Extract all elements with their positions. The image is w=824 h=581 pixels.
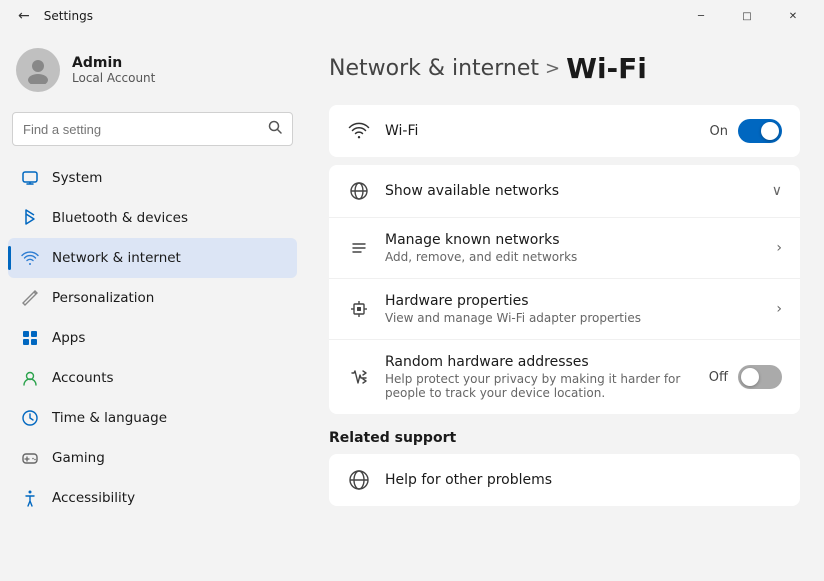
titlebar-controls: ─ □ ✕	[678, 0, 816, 32]
restore-button[interactable]: □	[724, 0, 770, 32]
related-support-card: Help for other problems	[329, 454, 800, 506]
random-hw-subtitle: Help protect your privacy by making it h…	[385, 372, 695, 400]
random-hw-title: Random hardware addresses	[385, 354, 695, 370]
sidebar-item-time[interactable]: Time & language	[8, 398, 297, 438]
random-hw-text: Random hardware addresses Help protect y…	[385, 354, 695, 400]
random-hw-action: Off	[709, 365, 782, 389]
sidebar-item-network[interactable]: Network & internet	[8, 238, 297, 278]
wifi-toggle-switch[interactable]	[738, 119, 782, 143]
help-row[interactable]: Help for other problems	[329, 454, 800, 506]
globe-icon	[347, 468, 371, 492]
hardware-props-title: Hardware properties	[385, 293, 762, 309]
user-info: Admin Local Account	[72, 55, 155, 85]
close-button[interactable]: ✕	[770, 0, 816, 32]
breadcrumb-separator: >	[545, 58, 560, 79]
wifi-status: On	[710, 124, 728, 139]
personalization-icon	[20, 288, 40, 308]
manage-networks-icon	[347, 236, 371, 260]
titlebar-left: ← Settings	[12, 4, 93, 28]
random-hw-icon	[347, 365, 371, 389]
accounts-icon	[20, 368, 40, 388]
sidebar-item-gaming-label: Gaming	[52, 450, 105, 466]
wifi-toggle-knob	[761, 122, 779, 140]
search-icon	[268, 120, 282, 138]
sidebar-item-accessibility[interactable]: Accessibility	[8, 478, 297, 518]
sidebar-item-system[interactable]: System	[8, 158, 297, 198]
hardware-props-row[interactable]: Hardware properties View and manage Wi-F…	[329, 279, 800, 340]
chevron-right-icon: ›	[776, 240, 782, 256]
wifi-title: Wi-Fi	[385, 123, 696, 139]
sidebar-item-bluetooth[interactable]: Bluetooth & devices	[8, 198, 297, 238]
sidebar: Admin Local Account	[0, 32, 305, 581]
manage-known-subtitle: Add, remove, and edit networks	[385, 250, 762, 264]
wifi-toggle-action: On	[710, 119, 782, 143]
window-content: Admin Local Account	[0, 32, 824, 581]
sidebar-item-personalization-label: Personalization	[52, 290, 154, 306]
sidebar-item-system-label: System	[52, 170, 102, 186]
system-icon	[20, 168, 40, 188]
wifi-toggle-card: Wi-Fi On	[329, 105, 800, 157]
user-profile: Admin Local Account	[0, 32, 305, 108]
minimize-button[interactable]: ─	[678, 0, 724, 32]
show-networks-title: Show available networks	[385, 183, 758, 199]
titlebar: ← Settings ─ □ ✕	[0, 0, 824, 32]
related-support-title: Related support	[329, 430, 800, 446]
random-hw-row[interactable]: Random hardware addresses Help protect y…	[329, 340, 800, 414]
sidebar-item-accessibility-label: Accessibility	[52, 490, 135, 506]
sidebar-item-time-label: Time & language	[52, 410, 167, 426]
wifi-options-card: Show available networks ∨ Manage known n…	[329, 165, 800, 414]
sidebar-item-accounts[interactable]: Accounts	[8, 358, 297, 398]
manage-known-action: ›	[776, 240, 782, 256]
chevron-down-icon: ∨	[772, 183, 782, 199]
search-container	[0, 108, 305, 158]
hardware-icon	[347, 297, 371, 321]
breadcrumb: Network & internet > Wi-Fi	[329, 52, 800, 85]
wifi-toggle-text: Wi-Fi	[385, 123, 696, 139]
back-button[interactable]: ←	[12, 4, 36, 28]
hardware-props-text: Hardware properties View and manage Wi-F…	[385, 293, 762, 325]
search-input[interactable]	[23, 122, 260, 137]
available-networks-icon	[347, 179, 371, 203]
hardware-props-subtitle: View and manage Wi-Fi adapter properties	[385, 311, 762, 325]
nav-list: System Bluetooth & devices	[0, 158, 305, 518]
sidebar-item-network-label: Network & internet	[52, 250, 181, 266]
show-networks-row[interactable]: Show available networks ∨	[329, 165, 800, 218]
hardware-props-action: ›	[776, 301, 782, 317]
manage-known-text: Manage known networks Add, remove, and e…	[385, 232, 762, 264]
sidebar-item-apps[interactable]: Apps	[8, 318, 297, 358]
bluetooth-icon	[20, 208, 40, 228]
help-title: Help for other problems	[385, 472, 782, 488]
random-hw-toggle-switch[interactable]	[738, 365, 782, 389]
network-icon	[20, 248, 40, 268]
gaming-icon	[20, 448, 40, 468]
username: Admin	[72, 55, 155, 71]
breadcrumb-current: Wi-Fi	[566, 52, 647, 85]
sidebar-item-apps-label: Apps	[52, 330, 85, 346]
manage-known-title: Manage known networks	[385, 232, 762, 248]
apps-icon	[20, 328, 40, 348]
sidebar-item-bluetooth-label: Bluetooth & devices	[52, 210, 188, 226]
avatar	[16, 48, 60, 92]
breadcrumb-parent: Network & internet	[329, 56, 539, 81]
sidebar-item-personalization[interactable]: Personalization	[8, 278, 297, 318]
wifi-toggle-row[interactable]: Wi-Fi On	[329, 105, 800, 157]
main-content: Network & internet > Wi-Fi Wi-Fi	[305, 32, 824, 581]
sidebar-item-accounts-label: Accounts	[52, 370, 114, 386]
show-networks-text: Show available networks	[385, 183, 758, 199]
titlebar-title: Settings	[44, 9, 93, 23]
hardware-chevron-right-icon: ›	[776, 301, 782, 317]
time-icon	[20, 408, 40, 428]
sidebar-item-gaming[interactable]: Gaming	[8, 438, 297, 478]
random-hw-toggle-knob	[741, 368, 759, 386]
random-hw-status: Off	[709, 370, 728, 385]
manage-known-row[interactable]: Manage known networks Add, remove, and e…	[329, 218, 800, 279]
wifi-signal-icon	[347, 119, 371, 143]
help-text: Help for other problems	[385, 472, 782, 488]
search-box[interactable]	[12, 112, 293, 146]
accessibility-icon	[20, 488, 40, 508]
show-networks-action: ∨	[772, 183, 782, 199]
account-type: Local Account	[72, 71, 155, 85]
